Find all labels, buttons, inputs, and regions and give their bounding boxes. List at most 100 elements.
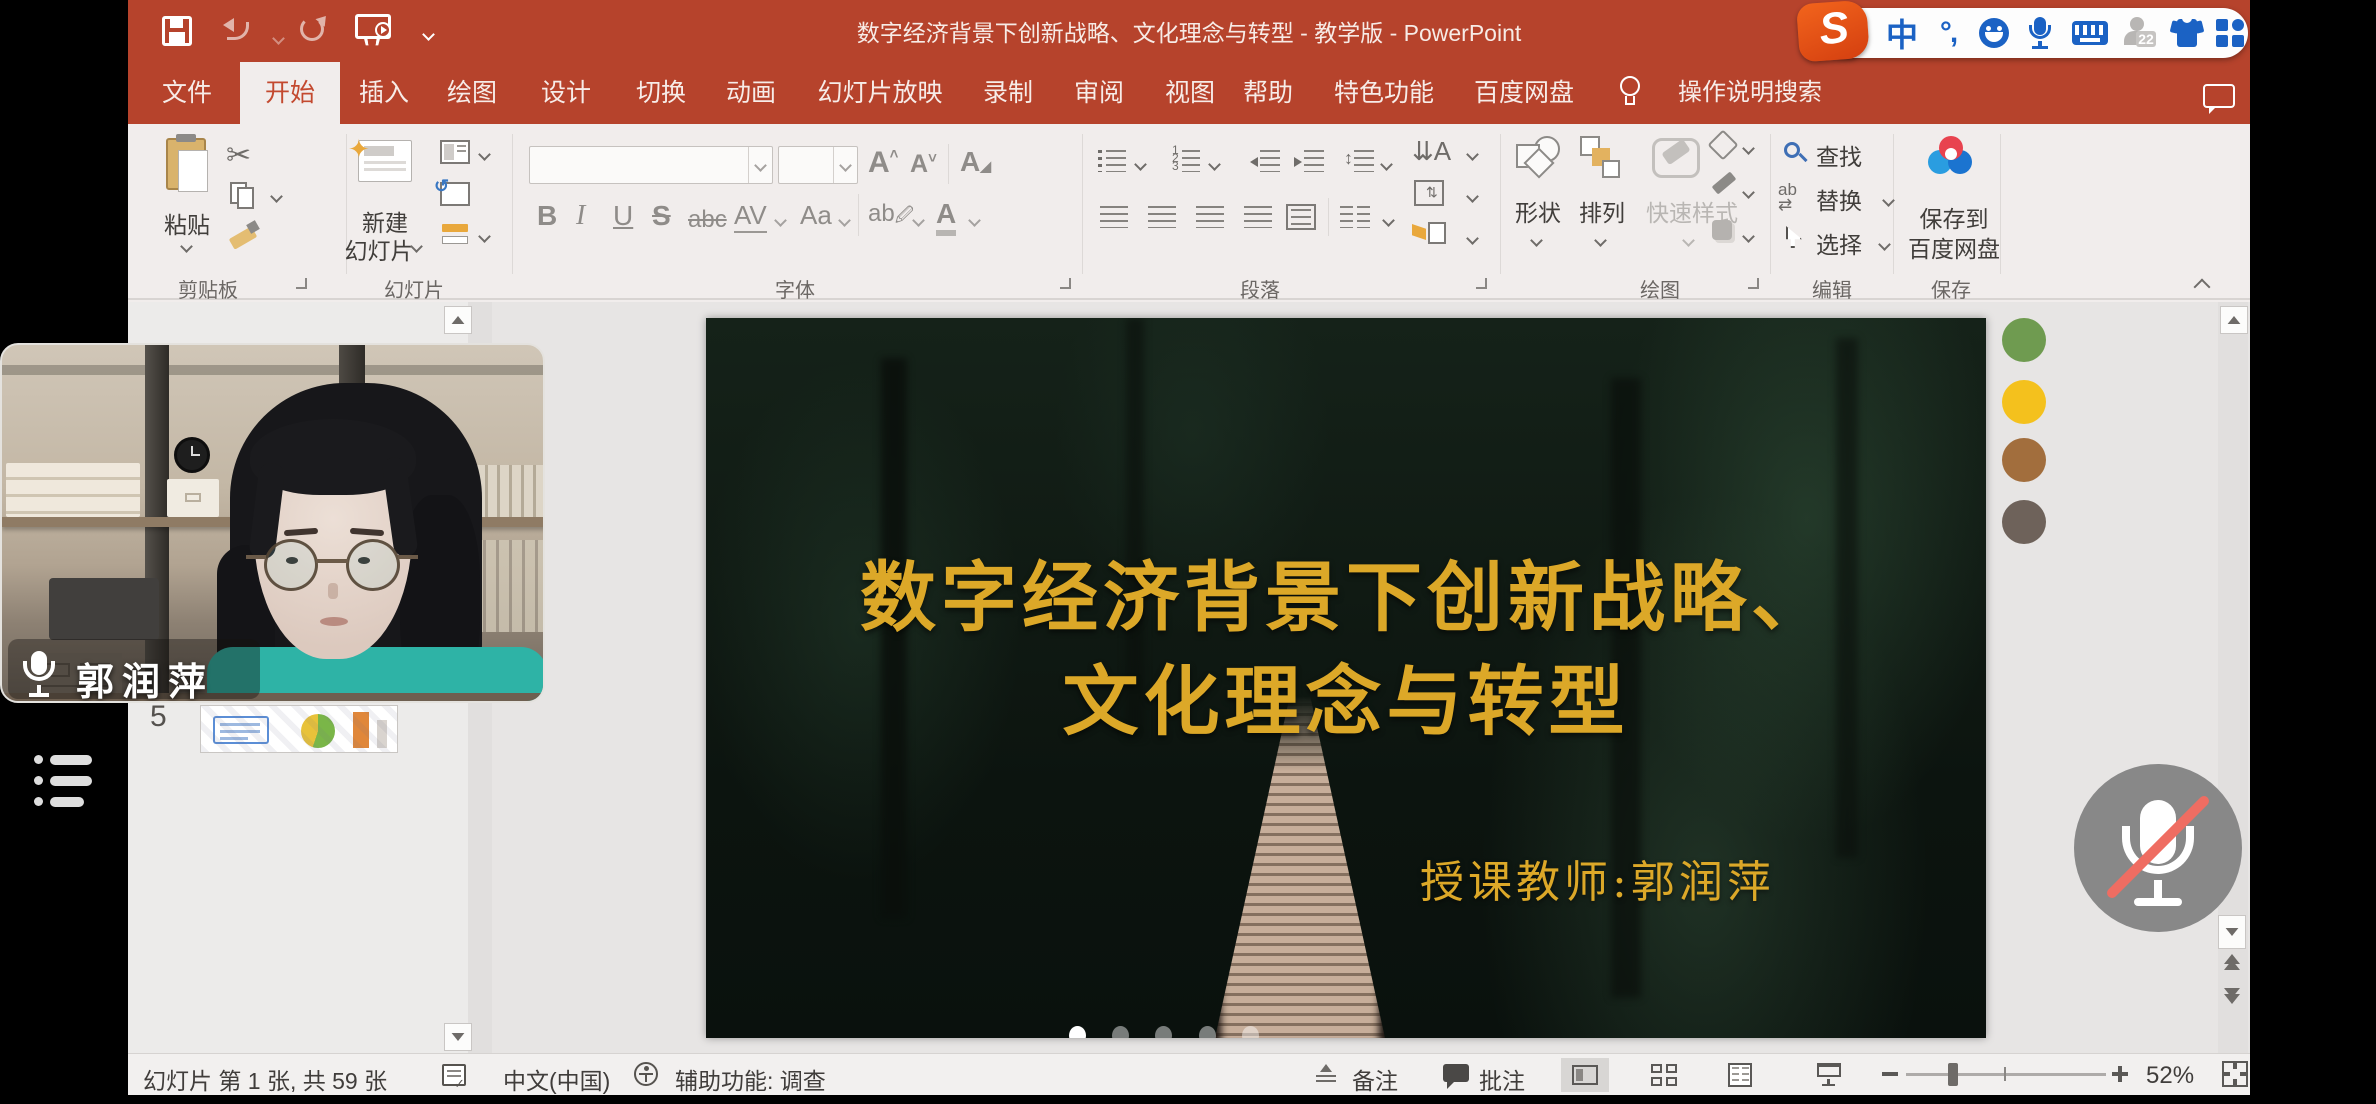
zoom-slider-track[interactable] xyxy=(1906,1073,2106,1076)
text-direction-icon[interactable]: ⇊A xyxy=(1412,136,1451,167)
slide-title-line2[interactable]: 文化理念与转型 xyxy=(706,640,1986,750)
tab-help[interactable]: 帮助 xyxy=(1240,62,1296,124)
paste-button[interactable]: 粘贴 xyxy=(152,134,222,258)
mute-microphone-button[interactable] xyxy=(2074,764,2242,932)
section-icon[interactable] xyxy=(442,224,470,246)
slide-scroll-up-icon[interactable] xyxy=(2220,306,2248,334)
save-to-baidu-button[interactable]: 保存到 百度网盘 xyxy=(1910,134,2000,264)
tell-me-search[interactable]: 操作说明搜索 xyxy=(1655,62,1845,124)
arrange-dropdown-icon[interactable] xyxy=(1596,232,1605,250)
zoom-slider-thumb[interactable] xyxy=(1948,1063,1958,1086)
notes-toggle[interactable]: 备注 xyxy=(1352,1062,1398,1095)
shadow-strike-button[interactable]: S xyxy=(652,200,671,232)
tab-home[interactable]: 开始 xyxy=(240,62,340,124)
sogou-punctuation-icon[interactable]: °, xyxy=(1928,8,1968,58)
slide-thumbnail-5[interactable] xyxy=(200,705,398,753)
columns-icon[interactable] xyxy=(1340,206,1370,228)
tab-baidu-netdisk[interactable]: 百度网盘 xyxy=(1470,62,1578,124)
justify-icon[interactable] xyxy=(1244,206,1272,228)
text-direction-dropdown-icon[interactable] xyxy=(1468,146,1477,164)
tab-animations[interactable]: 动画 xyxy=(723,62,779,124)
comments-toggle[interactable]: 批注 xyxy=(1479,1062,1525,1095)
tab-slideshow[interactable]: 幻灯片放映 xyxy=(817,62,943,124)
list-icon[interactable] xyxy=(34,753,96,809)
shape-outline-dropdown-icon[interactable] xyxy=(1744,184,1753,202)
bold-button[interactable]: B xyxy=(537,200,557,232)
person-skin-icon[interactable]: 22 xyxy=(2118,8,2162,58)
font-name-combobox[interactable] xyxy=(529,146,773,184)
slide-title-line1[interactable]: 数字经济背景下创新战略、 xyxy=(706,536,1986,646)
spell-check-icon[interactable]: ✓ xyxy=(442,1064,466,1086)
mic-icon[interactable] xyxy=(2020,8,2060,58)
distribute-icon[interactable] xyxy=(1286,204,1316,230)
columns-dropdown-icon[interactable] xyxy=(1384,212,1393,230)
comment-icon[interactable] xyxy=(2203,84,2235,108)
slide-layout-icon[interactable] xyxy=(440,140,470,164)
collapse-ribbon-icon[interactable] xyxy=(2196,280,2208,298)
shapes-icon[interactable] xyxy=(1516,136,1562,180)
shrink-font-button[interactable]: A˅ xyxy=(910,150,937,179)
font-color-button[interactable]: A xyxy=(936,198,956,236)
keyboard-icon[interactable] xyxy=(2066,8,2114,58)
highlight-dropdown-icon[interactable] xyxy=(914,212,923,230)
tab-view[interactable]: 视图 xyxy=(1162,62,1218,124)
increase-indent-icon[interactable] xyxy=(1294,150,1324,172)
color-swatch-green[interactable] xyxy=(2002,318,2046,362)
paragraph-dialog-launcher-icon[interactable] xyxy=(1476,278,1487,289)
tab-draw[interactable]: 绘图 xyxy=(444,62,500,124)
tab-insert[interactable]: 插入 xyxy=(356,62,412,124)
accessibility-status[interactable]: 辅助功能: 调查 xyxy=(675,1062,826,1095)
zoom-in-button[interactable] xyxy=(2112,1066,2128,1082)
decrease-indent-icon[interactable] xyxy=(1250,150,1280,172)
tab-design[interactable]: 设计 xyxy=(538,62,594,124)
grow-font-button[interactable]: A˄ xyxy=(868,146,898,180)
tab-record[interactable]: 录制 xyxy=(980,62,1036,124)
fit-slide-to-window-icon[interactable] xyxy=(2222,1061,2248,1087)
tab-file[interactable]: 文件 xyxy=(155,62,219,124)
shape-fill-dropdown-icon[interactable] xyxy=(1744,140,1753,158)
italic-button[interactable]: I xyxy=(576,200,585,232)
slide-sorter-view-button[interactable] xyxy=(1640,1058,1688,1092)
clear-formatting-button[interactable]: A◢ xyxy=(960,146,991,178)
tab-review[interactable]: 审阅 xyxy=(1071,62,1127,124)
reading-view-button[interactable] xyxy=(1716,1058,1764,1092)
character-spacing-button[interactable]: AV xyxy=(734,200,767,233)
reset-slide-icon[interactable]: ↺ xyxy=(440,182,470,206)
section-dropdown-icon[interactable] xyxy=(480,228,489,246)
font-dialog-launcher-icon[interactable] xyxy=(1060,278,1071,289)
sogou-toolbox-grid-icon[interactable] xyxy=(2210,8,2250,58)
tab-special-features[interactable]: 特色功能 xyxy=(1328,62,1440,124)
new-slide-button[interactable]: ✦ 新建 幻灯片 xyxy=(346,134,424,258)
highlight-button[interactable]: ab🖉 xyxy=(868,200,914,233)
quick-styles-dropdown-icon[interactable] xyxy=(1684,232,1693,250)
align-text-icon[interactable]: ⇅ xyxy=(1414,180,1444,206)
shape-fill-icon[interactable] xyxy=(1707,129,1738,160)
slideshow-view-button[interactable] xyxy=(1806,1058,1854,1092)
zoom-percentage[interactable]: 52% xyxy=(2146,1062,2194,1090)
align-right-icon[interactable] xyxy=(1196,206,1224,228)
smartart-dropdown-icon[interactable] xyxy=(1468,230,1477,248)
shape-outline-icon[interactable] xyxy=(1712,171,1737,194)
replace-dropdown-icon[interactable] xyxy=(1884,192,1893,210)
clipboard-dialog-launcher-icon[interactable] xyxy=(296,278,307,289)
language-indicator[interactable]: 中文(中国) xyxy=(503,1062,610,1095)
thumbnail-scroll-up-icon[interactable] xyxy=(444,306,472,334)
smartart-icon[interactable] xyxy=(1412,222,1446,248)
case-dropdown-icon[interactable] xyxy=(840,212,849,230)
replace-button[interactable]: 替换 xyxy=(1816,182,1862,216)
color-swatch-brown[interactable] xyxy=(2002,438,2046,482)
color-swatch-gray[interactable] xyxy=(2002,500,2046,544)
shape-effects-dropdown-icon[interactable] xyxy=(1744,228,1753,246)
underline-button[interactable]: U xyxy=(613,200,633,232)
font-size-combobox[interactable] xyxy=(778,146,858,184)
drawing-dialog-launcher-icon[interactable] xyxy=(1748,278,1759,289)
numbering-dropdown-icon[interactable] xyxy=(1210,156,1219,174)
shape-effects-icon[interactable] xyxy=(1712,220,1732,240)
layout-dropdown-icon[interactable] xyxy=(480,146,489,164)
thumbnail-scroll-down-icon[interactable] xyxy=(444,1023,472,1051)
sogou-chinese-mode[interactable]: 中 xyxy=(1880,8,1924,58)
arrange-icon[interactable] xyxy=(1580,136,1624,180)
cut-icon[interactable]: ✂ xyxy=(226,138,251,173)
format-painter-icon[interactable] xyxy=(228,220,262,250)
spacing-dropdown-icon[interactable] xyxy=(776,212,785,230)
